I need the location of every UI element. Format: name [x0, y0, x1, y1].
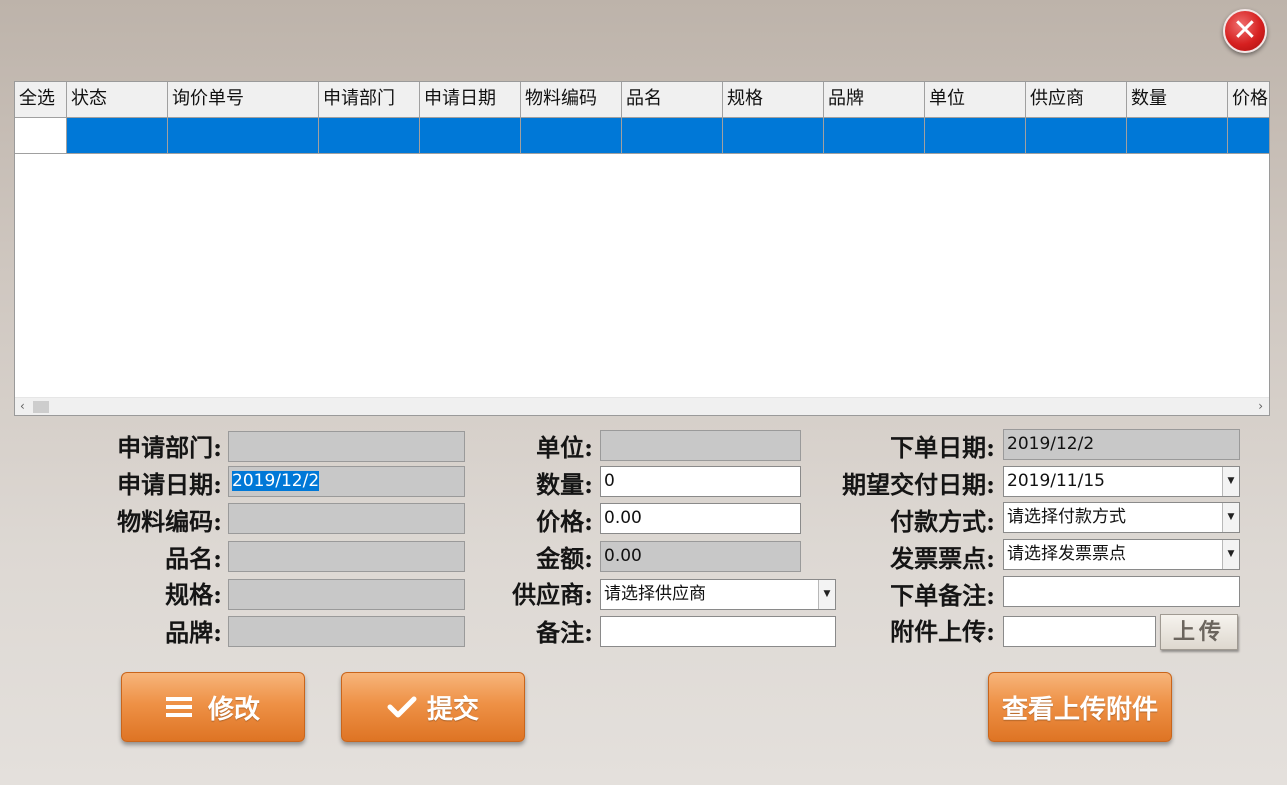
invoice-placeholder: 请选择发票票点: [1007, 544, 1126, 564]
apply-date-field[interactable]: 2019/12/2: [228, 466, 465, 497]
brand-field: [228, 616, 465, 647]
product-name-field: [228, 541, 465, 572]
chevron-down-icon[interactable]: ▼: [1222, 467, 1239, 496]
order-date-field: 2019/12/2: [1003, 429, 1240, 460]
table-cell[interactable]: [824, 118, 925, 154]
table-cell[interactable]: [1026, 118, 1127, 154]
brand-label: 品牌:: [165, 618, 222, 647]
table-cell[interactable]: [67, 118, 168, 154]
column-header[interactable]: 规格: [723, 82, 824, 118]
column-header[interactable]: 单位: [925, 82, 1026, 118]
table-cell[interactable]: [420, 118, 521, 154]
menu-icon: [165, 696, 192, 718]
inquiry-grid[interactable]: 全选 状态 询价单号 申请部门 申请日期 物料编码 品名 规格 品牌 单位 供应商 数量 价格 ‹ ›: [14, 81, 1270, 416]
order-remark-label: 下单备注:: [890, 581, 995, 610]
modify-button[interactable]: 修改: [121, 672, 305, 742]
upload-button[interactable]: 上传: [1160, 614, 1238, 650]
scroll-right-icon[interactable]: ›: [1258, 399, 1263, 413]
amount-field: 0.00: [600, 541, 801, 572]
attachment-field[interactable]: [1003, 616, 1156, 647]
quantity-label: 数量:: [536, 470, 593, 499]
column-header[interactable]: 全选: [15, 82, 67, 118]
payment-placeholder: 请选择付款方式: [1007, 507, 1126, 527]
modify-label: 修改: [207, 694, 260, 725]
remark-field[interactable]: [600, 616, 836, 647]
unit-label: 单位:: [536, 433, 593, 462]
column-header[interactable]: 申请部门: [319, 82, 420, 118]
scroll-thumb[interactable]: [33, 401, 49, 413]
dept-label: 申请部门:: [117, 433, 222, 462]
price-label: 价格:: [536, 507, 593, 536]
spec-label: 规格:: [165, 580, 222, 609]
table-cell[interactable]: [168, 118, 319, 154]
payment-select[interactable]: 请选择付款方式 ▼: [1003, 502, 1240, 533]
scroll-left-icon[interactable]: ‹: [20, 399, 25, 413]
check-icon: [387, 695, 417, 719]
column-header[interactable]: 询价单号: [168, 82, 319, 118]
column-header[interactable]: 品名: [622, 82, 723, 118]
table-cell[interactable]: [521, 118, 622, 154]
horizontal-scrollbar[interactable]: ‹ ›: [15, 397, 1269, 415]
delivery-date-picker[interactable]: 2019/11/15 ▼: [1003, 466, 1240, 497]
grid-header: 全选 状态 询价单号 申请部门 申请日期 物料编码 品名 规格 品牌 单位 供应商 数量 价格: [15, 82, 1269, 118]
attachment-label: 附件上传:: [890, 617, 995, 646]
invoice-select[interactable]: 请选择发票票点 ▼: [1003, 539, 1240, 570]
chevron-down-icon[interactable]: ▼: [818, 580, 835, 609]
table-cell[interactable]: [925, 118, 1026, 154]
material-code-field: [228, 503, 465, 534]
invoice-label: 发票票点:: [890, 544, 995, 573]
order-remark-field[interactable]: [1003, 576, 1240, 607]
unit-field: [600, 430, 801, 461]
column-header[interactable]: 供应商: [1026, 82, 1127, 118]
order-date-label: 下单日期:: [890, 433, 995, 462]
quantity-field[interactable]: 0: [600, 466, 801, 497]
column-header[interactable]: 数量: [1127, 82, 1228, 118]
table-cell[interactable]: [622, 118, 723, 154]
chevron-down-icon[interactable]: ▼: [1222, 540, 1239, 569]
column-header[interactable]: 申请日期: [420, 82, 521, 118]
column-header[interactable]: 物料编码: [521, 82, 622, 118]
column-header[interactable]: 品牌: [824, 82, 925, 118]
submit-button[interactable]: 提交: [341, 672, 525, 742]
table-row[interactable]: [15, 118, 1269, 154]
dept-field: [228, 431, 465, 462]
date-label: 申请日期:: [117, 470, 222, 499]
delivery-date-value: 2019/11/15: [1007, 471, 1105, 491]
table-cell[interactable]: [723, 118, 824, 154]
column-header[interactable]: 状态: [67, 82, 168, 118]
chevron-down-icon[interactable]: ▼: [1222, 503, 1239, 532]
submit-label: 提交: [426, 694, 479, 725]
table-cell[interactable]: [1127, 118, 1228, 154]
spec-field: [228, 579, 465, 610]
amount-label: 金额:: [536, 544, 593, 573]
remark-label: 备注:: [536, 618, 593, 647]
view-attachments-label: 查看上传附件: [1001, 694, 1158, 725]
price-field[interactable]: 0.00: [600, 503, 801, 534]
apply-date-value: 2019/12/2: [232, 471, 320, 491]
column-header[interactable]: 价格: [1228, 82, 1269, 118]
table-cell[interactable]: [15, 118, 67, 154]
supplier-select[interactable]: 请选择供应商 ▼: [600, 579, 836, 610]
view-attachments-button[interactable]: 查看上传附件: [988, 672, 1172, 742]
delivery-date-label: 期望交付日期:: [842, 470, 995, 499]
table-cell[interactable]: [319, 118, 420, 154]
table-cell[interactable]: [1228, 118, 1269, 154]
supplier-placeholder: 请选择供应商: [604, 584, 706, 604]
supplier-label: 供应商:: [512, 580, 593, 609]
close-icon[interactable]: ✕: [1223, 9, 1267, 53]
payment-label: 付款方式:: [890, 507, 995, 536]
product-name-label: 品名:: [165, 544, 222, 573]
material-code-label: 物料编码:: [117, 507, 222, 536]
